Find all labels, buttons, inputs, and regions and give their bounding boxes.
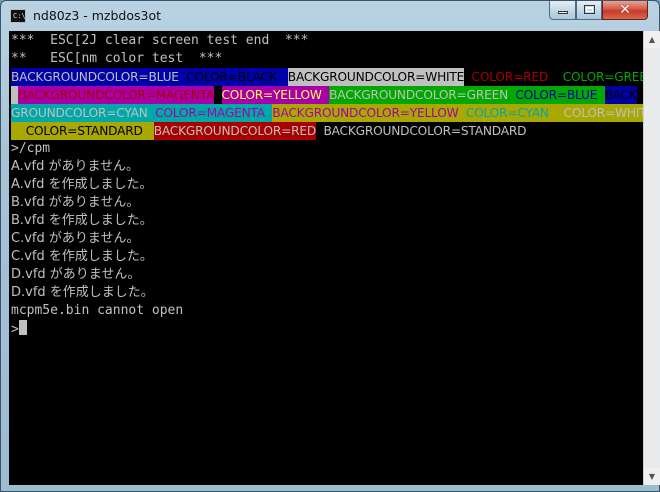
color-test-segment: BACKGROUNDCOLOR=STANDARD	[316, 122, 527, 140]
text-cursor	[18, 320, 27, 335]
color-test-segment: COLOR=CYAN	[458, 104, 557, 122]
console-line: COLOR=STANDARD BACKGROUNDCOLOR=RED BACKG…	[11, 122, 643, 140]
console-line-text: C.vfd がありません。	[11, 231, 140, 246]
console-line: >	[11, 320, 643, 338]
console-line: D.vfd を作成しました。	[11, 284, 643, 302]
console-line: C.vfd を作成しました。	[11, 248, 643, 266]
console-line: BACKGROUNDCOLOR=BLUE COLOR=BLACK BACKGRO…	[11, 68, 643, 86]
console-line-text: B.vfd を作成しました。	[11, 213, 153, 228]
maximize-button[interactable]	[576, 1, 602, 20]
console-line: A.vfd がありません。	[11, 158, 643, 176]
console-line: C.vfd がありません。	[11, 230, 643, 248]
color-test-segment: BACKGROUNDCOLOR=YELLOW	[272, 104, 459, 122]
scroll-down-arrow-icon[interactable]: ▼	[644, 468, 660, 485]
color-test-segment: COLOR=GREEN	[555, 68, 643, 86]
console-line-text: *** ESC[2J clear screen test end ***	[11, 33, 309, 48]
color-test-segment: GROUNDCOLOR=CYAN	[11, 104, 148, 122]
color-test-segment: COLOR=BLUE	[508, 86, 605, 104]
scroll-up-arrow-icon[interactable]: ▲	[644, 31, 660, 48]
console-line: ** ESC[nm color test ***	[11, 50, 643, 68]
color-test-segment: COLOR=WHITE	[556, 104, 643, 122]
console-line: A.vfd を作成しました。	[11, 176, 643, 194]
console-line-text: C.vfd を作成しました。	[11, 249, 153, 264]
console-line-text: D.vfd を作成しました。	[11, 285, 154, 300]
title-bar[interactable]: C:\ nd80z3 - mzbdos3ot ✕	[1, 1, 659, 31]
console-lines: *** ESC[2J clear screen test end *** ** E…	[11, 32, 643, 338]
maximize-icon	[584, 5, 595, 14]
console-line-text: A.vfd がありません。	[11, 159, 140, 174]
console-line-text: A.vfd を作成しました。	[11, 177, 153, 192]
color-test-segment: BACKGROUNDCOLOR=GREEN	[329, 86, 508, 104]
console-line: D.vfd がありません。	[11, 266, 643, 284]
color-test-segment: COLOR=MAGENTA	[147, 104, 273, 122]
console-line-text: >	[11, 322, 19, 337]
console-line-text: B.vfd がありません。	[11, 195, 140, 210]
console-line: mcpm5e.bin cannot open	[11, 302, 643, 320]
color-test-segment: BACKGROUNDCOLOR=BLUE	[11, 68, 179, 86]
color-test-segment	[321, 86, 330, 104]
console-line-text: D.vfd がありません。	[11, 267, 141, 282]
color-test-segment: COLOR=YELLOW	[221, 86, 322, 104]
console-line: >/cpm	[11, 140, 643, 158]
color-test-segment: BACKGROUNDCOLOR=WHITE	[287, 68, 465, 86]
color-test-segment: COLOR=STANDARD	[11, 122, 154, 140]
color-test-segment: COLOR=BLACK	[178, 68, 288, 86]
color-test-segment: COLOR=RED	[464, 68, 556, 86]
close-icon: ✕	[619, 2, 631, 18]
color-test-segment: BACK	[604, 86, 637, 104]
color-test-segment: BACKGROUNDCOLOR=RED	[153, 122, 317, 140]
window-bottom-border	[1, 485, 659, 492]
console-line: GROUNDCOLOR=CYAN COLOR=MAGENTA BACKGROUN…	[11, 104, 643, 122]
console-app-icon[interactable]: C:\	[10, 9, 26, 23]
console-line: *** ESC[2J clear screen test end ***	[11, 32, 643, 50]
color-test-segment	[11, 86, 19, 104]
console-window: C:\ nd80z3 - mzbdos3ot ✕ *** ESC[2J clea…	[0, 0, 660, 492]
color-test-segment	[214, 86, 222, 104]
console-output[interactable]: *** ESC[2J clear screen test end *** ** E…	[9, 31, 643, 485]
vertical-scrollbar[interactable]: ▲ ▼	[643, 31, 660, 485]
minimize-button[interactable]	[549, 1, 576, 20]
console-line-text: >/cpm	[11, 141, 51, 156]
minimize-icon	[558, 11, 568, 14]
console-line: BACKGROUNDCOLOR=MAGENTA COLOR=YELLOW BAC…	[11, 86, 643, 104]
console-line-text: ** ESC[nm color test ***	[11, 51, 223, 66]
console-line: B.vfd がありません。	[11, 194, 643, 212]
console-line: B.vfd を作成しました。	[11, 212, 643, 230]
console-line-text: mcpm5e.bin cannot open	[11, 303, 184, 318]
window-title: nd80z3 - mzbdos3ot	[33, 8, 162, 23]
close-button[interactable]: ✕	[602, 1, 648, 20]
color-test-segment: BACKGROUNDCOLOR=MAGENTA	[18, 86, 215, 104]
